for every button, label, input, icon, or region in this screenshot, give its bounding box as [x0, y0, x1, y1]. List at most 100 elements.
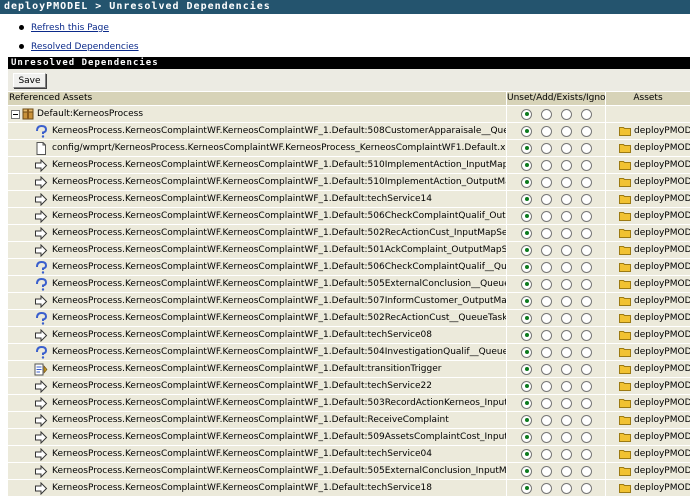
- unset-radio[interactable]: [521, 329, 532, 341]
- exists-radio[interactable]: [561, 380, 572, 392]
- unset-radio[interactable]: [521, 244, 532, 256]
- ignore-radio[interactable]: [581, 346, 592, 358]
- unset-radio[interactable]: [521, 346, 532, 358]
- exists-radio[interactable]: [561, 397, 572, 409]
- ignore-radio[interactable]: [581, 431, 592, 443]
- exists-radio[interactable]: [561, 329, 572, 341]
- unset-radio[interactable]: [521, 482, 532, 494]
- unset-radio[interactable]: [521, 227, 532, 239]
- add-radio[interactable]: [541, 448, 552, 460]
- unset-radio[interactable]: [521, 176, 532, 188]
- unset-radio[interactable]: [521, 363, 532, 375]
- add-radio[interactable]: [541, 329, 552, 341]
- exists-radio[interactable]: [561, 244, 572, 256]
- ignore-radio[interactable]: [581, 329, 592, 341]
- exists-radio[interactable]: [561, 142, 572, 154]
- add-radio[interactable]: [541, 431, 552, 443]
- unset-radio[interactable]: [521, 193, 532, 205]
- ignore-radio[interactable]: [581, 448, 592, 460]
- exists-radio[interactable]: [561, 210, 572, 222]
- unset-radio[interactable]: [521, 210, 532, 222]
- ignore-radio[interactable]: [581, 414, 592, 426]
- exists-radio[interactable]: [561, 295, 572, 307]
- unset-radio[interactable]: [521, 431, 532, 443]
- exists-radio[interactable]: [561, 431, 572, 443]
- ignore-radio[interactable]: [581, 193, 592, 205]
- add-radio[interactable]: [541, 210, 552, 222]
- save-button[interactable]: Save: [13, 73, 46, 88]
- add-radio[interactable]: [541, 108, 552, 120]
- exists-radio[interactable]: [561, 414, 572, 426]
- ignore-radio[interactable]: [581, 482, 592, 494]
- ignore-radio[interactable]: [581, 159, 592, 171]
- exists-radio[interactable]: [561, 346, 572, 358]
- add-radio[interactable]: [541, 142, 552, 154]
- add-radio[interactable]: [541, 465, 552, 477]
- exists-radio[interactable]: [561, 227, 572, 239]
- add-radio[interactable]: [541, 159, 552, 171]
- ignore-radio[interactable]: [581, 363, 592, 375]
- add-radio[interactable]: [541, 312, 552, 324]
- exists-radio[interactable]: [561, 159, 572, 171]
- unset-radio[interactable]: [521, 312, 532, 324]
- exists-radio[interactable]: [561, 482, 572, 494]
- exists-radio[interactable]: [561, 261, 572, 273]
- refresh-page-link[interactable]: Refresh this Page: [31, 23, 109, 33]
- ignore-radio[interactable]: [581, 312, 592, 324]
- ignore-radio[interactable]: [581, 244, 592, 256]
- add-radio[interactable]: [541, 261, 552, 273]
- add-radio[interactable]: [541, 125, 552, 137]
- exists-radio[interactable]: [561, 108, 572, 120]
- add-radio[interactable]: [541, 363, 552, 375]
- unset-radio[interactable]: [521, 465, 532, 477]
- unset-radio[interactable]: [521, 261, 532, 273]
- add-radio[interactable]: [541, 227, 552, 239]
- add-radio[interactable]: [541, 380, 552, 392]
- ignore-radio[interactable]: [581, 210, 592, 222]
- unset-radio[interactable]: [521, 414, 532, 426]
- exists-radio[interactable]: [561, 363, 572, 375]
- ignore-radio[interactable]: [581, 227, 592, 239]
- collapse-toggle-icon[interactable]: [11, 109, 20, 119]
- ignore-radio[interactable]: [581, 278, 592, 290]
- exists-radio[interactable]: [561, 312, 572, 324]
- unset-radio[interactable]: [521, 125, 532, 137]
- resolved-dependencies-link[interactable]: Resolved Dependencies: [31, 42, 139, 52]
- add-radio[interactable]: [541, 278, 552, 290]
- unset-radio[interactable]: [521, 397, 532, 409]
- add-radio[interactable]: [541, 397, 552, 409]
- unset-radio[interactable]: [521, 380, 532, 392]
- ignore-radio[interactable]: [581, 397, 592, 409]
- ignore-radio[interactable]: [581, 380, 592, 392]
- exists-radio[interactable]: [561, 448, 572, 460]
- unset-radio[interactable]: [521, 142, 532, 154]
- arrow-icon: [34, 481, 48, 495]
- ignore-radio[interactable]: [581, 465, 592, 477]
- ignore-radio[interactable]: [581, 108, 592, 120]
- add-radio[interactable]: [541, 414, 552, 426]
- asset-name: deployPMODEL: [634, 296, 690, 306]
- ignore-radio[interactable]: [581, 176, 592, 188]
- exists-radio[interactable]: [561, 465, 572, 477]
- add-radio[interactable]: [541, 244, 552, 256]
- add-radio[interactable]: [541, 295, 552, 307]
- exists-radio[interactable]: [561, 278, 572, 290]
- ignore-radio[interactable]: [581, 295, 592, 307]
- ignore-radio[interactable]: [581, 125, 592, 137]
- exists-radio[interactable]: [561, 193, 572, 205]
- exists-radio[interactable]: [561, 125, 572, 137]
- unset-radio[interactable]: [521, 108, 532, 120]
- ignore-radio[interactable]: [581, 142, 592, 154]
- unset-radio[interactable]: [521, 295, 532, 307]
- add-radio[interactable]: [541, 176, 552, 188]
- unset-radio[interactable]: [521, 159, 532, 171]
- unset-radio[interactable]: [521, 278, 532, 290]
- radio-group: [507, 225, 605, 241]
- table-row: KerneosProcess.KerneosComplaintWF.Kerneo…: [8, 480, 690, 497]
- unset-radio[interactable]: [521, 448, 532, 460]
- exists-radio[interactable]: [561, 176, 572, 188]
- add-radio[interactable]: [541, 346, 552, 358]
- add-radio[interactable]: [541, 193, 552, 205]
- ignore-radio[interactable]: [581, 261, 592, 273]
- add-radio[interactable]: [541, 482, 552, 494]
